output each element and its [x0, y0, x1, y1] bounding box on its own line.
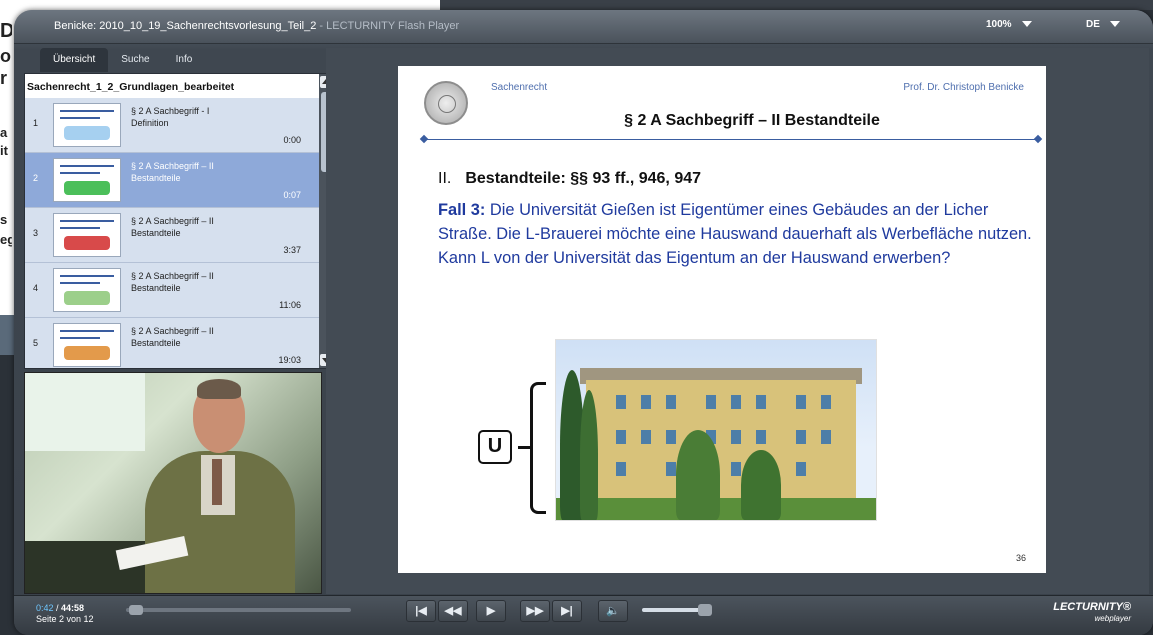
- toc-item-title: § 2 A Sachbegriff – II Bestandteile: [131, 326, 214, 348]
- rewind-button[interactable]: ◀◀: [438, 600, 468, 622]
- toc-item-number: 1: [33, 118, 39, 128]
- slide-course: Sachenrecht: [491, 82, 548, 93]
- volume-icon[interactable]: 🔈: [598, 600, 628, 622]
- last-slide-button[interactable]: ▶|: [552, 600, 582, 622]
- toc-item-number: 5: [33, 338, 39, 348]
- volume-slider[interactable]: [642, 604, 712, 616]
- toc-item-number: 3: [33, 228, 39, 238]
- background-text: Ds: [0, 20, 12, 42]
- time-readout: 0:42 / 44:58 Seite 2 von 12: [36, 603, 94, 624]
- toc-item-title: § 2 A Sachbegriff – II Bestandteile: [131, 216, 214, 238]
- lecturer-video: [24, 372, 322, 594]
- language-value: DE: [1086, 19, 1100, 30]
- player-window: Benicke: 2010_10_19_Sachenrechtsvorlesun…: [14, 10, 1153, 635]
- bracket-tick: [518, 446, 532, 449]
- slide-author: Prof. Dr. Christoph Benicke: [903, 82, 1024, 93]
- playback-controls: 0:42 / 44:58 Seite 2 von 12 |◀ ◀◀ ▶ ▶▶ ▶…: [14, 595, 1153, 635]
- progress-handle[interactable]: [129, 605, 143, 615]
- background-text: r: [0, 68, 8, 88]
- slide-title: § 2 A Sachbegriff – II Bestandteile: [624, 112, 880, 129]
- toc-item-title: § 2 A Sachbegriff – II Bestandteile: [131, 271, 214, 293]
- slide-thumbnail: [53, 158, 121, 202]
- toc-item-number: 2: [33, 173, 39, 183]
- slide-thumbnail: [53, 323, 121, 367]
- volume-handle[interactable]: [698, 604, 712, 616]
- play-button[interactable]: ▶: [476, 600, 506, 622]
- first-slide-button[interactable]: |◀: [406, 600, 436, 622]
- background-text: s: [0, 212, 8, 227]
- language-dropdown[interactable]: DE: [1086, 19, 1120, 30]
- toc-item-time: 19:03: [278, 355, 301, 365]
- bracket-shape: [530, 382, 546, 514]
- table-of-contents: Sachenrecht_1_2_Grundlagen_bearbeitet 1 …: [24, 73, 334, 369]
- slide-thumbnail: [53, 213, 121, 257]
- lecturnity-logo: LECTURNITY® webplayer: [1053, 601, 1131, 624]
- toc-item-time: 3:37: [283, 245, 301, 255]
- toc-item-1[interactable]: 1 § 2 A Sachbegriff - I Definition 0:00: [25, 98, 319, 153]
- toc-item-2[interactable]: 2 § 2 A Sachbegriff – II Bestandteile 0:0…: [25, 153, 319, 208]
- toc-item-number: 4: [33, 283, 39, 293]
- forward-button[interactable]: ▶▶: [520, 600, 550, 622]
- page-info: Seite 2 von 12: [36, 614, 94, 624]
- owner-box-label: U: [478, 430, 512, 464]
- background-text: it: [0, 143, 8, 158]
- current-time: 0:42: [36, 603, 54, 613]
- slide: Sachenrecht Prof. Dr. Christoph Benicke …: [398, 66, 1046, 573]
- background-text: eg: [0, 232, 12, 247]
- toc-item-time: 11:06: [279, 300, 301, 310]
- zoom-dropdown[interactable]: 100%: [986, 19, 1032, 30]
- panel-tabs: Übersicht Suche Info: [40, 48, 205, 72]
- building-photo: [555, 339, 877, 521]
- background-text: o: [0, 46, 11, 66]
- toc-item-title: § 2 A Sachbegriff - I Definition: [131, 106, 210, 128]
- tab-search[interactable]: Suche: [108, 48, 162, 72]
- case-text: Fall 3: Die Universität Gießen ist Eigen…: [438, 201, 1032, 267]
- slide-heading: II. Bestandteile: §§ 93 ff., 946, 947: [438, 170, 702, 187]
- title-bar: Benicke: 2010_10_19_Sachenrechtsvorlesun…: [14, 10, 1153, 44]
- window-title: Benicke: 2010_10_19_Sachenrechtsvorlesun…: [54, 20, 459, 32]
- toc-heading: Sachenrecht_1_2_Grundlagen_bearbeitet: [25, 74, 319, 98]
- toc-item-time: 0:07: [283, 190, 301, 200]
- slide-area: Sachenrecht Prof. Dr. Christoph Benicke …: [326, 48, 1149, 594]
- background-strip: [440, 0, 1153, 10]
- toc-item-3[interactable]: 3 § 2 A Sachbegriff – II Bestandteile 3:3…: [25, 208, 319, 263]
- toc-item-5[interactable]: 5 § 2 A Sachbegriff – II Bestandteile 19:…: [25, 318, 319, 368]
- case-label: Fall 3:: [438, 201, 486, 219]
- chevron-down-icon: [1109, 21, 1120, 28]
- background-text: a: [0, 125, 8, 140]
- tab-overview[interactable]: Übersicht: [40, 48, 109, 72]
- toc-item-4[interactable]: 4 § 2 A Sachbegriff – II Bestandteile 11:…: [25, 263, 319, 318]
- title-divider: [424, 139, 1038, 140]
- chevron-down-icon: [1021, 21, 1032, 28]
- progress-bar[interactable]: [126, 605, 351, 615]
- tab-info[interactable]: Info: [163, 48, 206, 72]
- slide-page-number: 36: [1015, 553, 1026, 563]
- lecture-title: Benicke: 2010_10_19_Sachenrechtsvorlesun…: [54, 20, 317, 32]
- slide-thumbnail: [53, 268, 121, 312]
- toc-item-time: 0:00: [283, 135, 301, 145]
- slide-thumbnail: [53, 103, 121, 147]
- zoom-value: 100%: [986, 19, 1012, 30]
- app-name: - LECTURNITY Flash Player: [316, 20, 460, 32]
- toc-item-title: § 2 A Sachbegriff – II Bestandteile: [131, 161, 214, 183]
- total-time: 44:58: [61, 603, 85, 613]
